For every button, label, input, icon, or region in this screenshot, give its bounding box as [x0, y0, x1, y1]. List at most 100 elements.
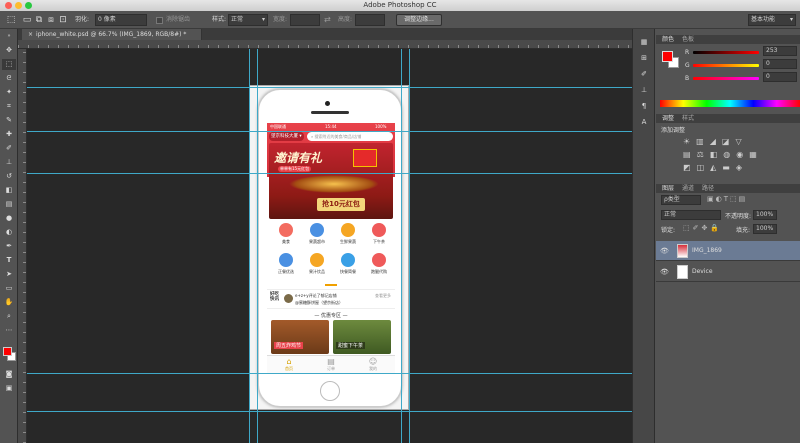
tab-layers[interactable]: 图层	[662, 184, 674, 193]
tab-item[interactable]: ⌂ 首页	[277, 357, 301, 373]
workspace-select[interactable]: 基本功能 ▾	[748, 14, 796, 26]
quick-mask-icon[interactable]: ◙	[2, 369, 16, 380]
foreground-color-swatch[interactable]	[3, 347, 12, 356]
type-tool-icon[interactable]: T	[2, 255, 16, 266]
mixer-icon[interactable]: ◉	[736, 150, 749, 159]
screen-mode-icon[interactable]: ▣	[2, 383, 16, 394]
visibility-eye-icon[interactable]: 👁	[660, 241, 669, 261]
tab-paths[interactable]: 路径	[702, 184, 714, 193]
photo-filter-icon[interactable]: ◍	[723, 150, 736, 159]
minimize-window-button[interactable]	[15, 2, 22, 9]
bw-icon[interactable]: ◧	[710, 150, 724, 159]
crop-tool-icon[interactable]: ⌗	[2, 101, 16, 112]
vertical-ruler[interactable]	[18, 49, 27, 443]
category-item[interactable]: 下午茶	[364, 221, 394, 249]
promo-card-2[interactable]: 甜蜜下午茶	[333, 320, 391, 354]
brush-panel-icon[interactable]: ✐	[637, 69, 651, 80]
height-input[interactable]	[355, 14, 385, 26]
adjustment-icons[interactable]: ☀▥◢◪▽ ▤⚖◧◍◉▦ ◩◫◭▬◈	[683, 135, 793, 172]
eraser-tool-icon[interactable]: ◧	[2, 185, 16, 196]
visibility-eye-icon[interactable]: 👁	[660, 262, 669, 282]
curves-icon[interactable]: ◢	[710, 137, 722, 146]
blend-mode-select[interactable]: 正常	[661, 210, 721, 220]
marquee-preset-icon[interactable]: ⬚	[4, 14, 18, 26]
move-tool-icon[interactable]: ✥	[2, 45, 16, 56]
blur-tool-icon[interactable]: ●	[2, 213, 16, 224]
category-item[interactable]: 正餐优选	[271, 251, 301, 279]
threshold-icon[interactable]: ◭	[710, 163, 722, 172]
coupon-badge[interactable]: 抢10元红包	[317, 198, 365, 211]
gradient-map-icon[interactable]: ▬	[722, 163, 736, 172]
path-selection-tool-icon[interactable]: ➤	[2, 269, 16, 280]
magic-wand-tool-icon[interactable]: ✦	[2, 87, 16, 98]
category-item[interactable]: 果蔬超市	[302, 221, 332, 249]
tab-channels[interactable]: 通道	[682, 184, 694, 193]
invert-icon[interactable]: ◩	[683, 163, 697, 172]
color-spectrum[interactable]	[660, 100, 800, 107]
paragraph-panel-icon[interactable]: ¶	[637, 101, 651, 112]
new-selection-icon[interactable]: ▭	[22, 14, 32, 26]
swap-icon[interactable]: ⇄	[324, 14, 331, 26]
marquee-tool-icon[interactable]: ⬚	[2, 59, 16, 70]
intersect-selection-icon[interactable]: ⊡	[58, 14, 68, 26]
category-item[interactable]: 跑腿代购	[364, 251, 394, 279]
gradient-tool-icon[interactable]: ▤	[2, 199, 16, 210]
category-item[interactable]: 美食	[271, 221, 301, 249]
layer-row[interactable]: 👁 Device	[656, 262, 800, 282]
eyedropper-tool-icon[interactable]: ✎	[2, 115, 16, 126]
feather-input[interactable]: 0 像素	[95, 14, 147, 26]
promo-card-1[interactable]: 周五炸鸡节	[271, 320, 329, 354]
clone-source-panel-icon[interactable]: ⊥	[637, 85, 651, 96]
rectangle-tool-icon[interactable]: ▭	[2, 283, 16, 294]
close-window-button[interactable]	[5, 2, 12, 9]
collapse-toolbar-icon[interactable]: »	[2, 31, 16, 42]
lasso-tool-icon[interactable]: ᘓ	[2, 73, 16, 84]
promo-banner[interactable]: 邀请有礼 单单有15元红包 抢10元红包	[269, 143, 393, 219]
filter-icons[interactable]: ▣◐T⬚▤	[707, 195, 747, 203]
tab-color[interactable]: 颜色	[662, 35, 674, 44]
character-panel-icon[interactable]: A	[637, 117, 651, 128]
layer-name[interactable]: IMG_1869	[692, 241, 722, 261]
home-button[interactable]	[320, 381, 340, 401]
posterize-icon[interactable]: ◫	[697, 163, 711, 172]
zoom-window-button[interactable]	[25, 2, 32, 9]
tab-styles[interactable]: 样式	[682, 114, 694, 123]
zoom-tool-icon[interactable]: ⌕	[2, 311, 16, 322]
canvas-area[interactable]: 中国联通 15:44 100% 望京科技大厦 ▾ ⌕ 搜索附近的美食/商品/店铺…	[27, 49, 632, 443]
news-strip[interactable]: 好吃 快讯 e+z+y评论了郁记店铺 @蜜糖酥饼屋（望京街店） 查看更多	[267, 289, 395, 309]
balance-icon[interactable]: ⚖	[697, 150, 710, 159]
fill-input[interactable]: 100%	[753, 224, 777, 234]
hue-icon[interactable]: ▤	[683, 150, 697, 159]
layer-name[interactable]: Device	[692, 262, 713, 282]
tab-item[interactable]: ☺ 我的	[361, 357, 385, 373]
layer-filter-select[interactable]: ρ类型	[661, 195, 701, 205]
opacity-input[interactable]: 100%	[753, 210, 777, 220]
subtract-selection-icon[interactable]: ⧈	[46, 14, 56, 26]
dodge-tool-icon[interactable]: ◐	[2, 227, 16, 238]
hand-tool-icon[interactable]: ✋	[2, 297, 16, 308]
levels-icon[interactable]: ▥	[696, 137, 710, 146]
horizontal-ruler[interactable]	[18, 40, 632, 49]
news-more-link[interactable]: 查看更多	[375, 293, 391, 299]
category-item[interactable]: 快餐简餐	[333, 251, 363, 279]
tab-item[interactable]: ▤ 订单	[319, 357, 343, 373]
width-input[interactable]	[290, 14, 320, 26]
document-tab[interactable]: × iphone_white.psd @ 66.7% (IMG_1869, RGB…	[22, 29, 202, 40]
properties-panel-icon[interactable]: ⊞	[637, 53, 651, 64]
selective-color-icon[interactable]: ◈	[736, 163, 748, 172]
vibrance-icon[interactable]: ▽	[735, 137, 747, 146]
green-slider[interactable]	[693, 64, 759, 67]
tab-swatches[interactable]: 色板	[682, 35, 694, 44]
history-brush-tool-icon[interactable]: ↺	[2, 171, 16, 182]
document-canvas[interactable]: 中国联通 15:44 100% 望京科技大厦 ▾ ⌕ 搜索附近的美食/商品/店铺…	[249, 85, 409, 410]
brightness-icon[interactable]: ☀	[683, 137, 696, 146]
category-item[interactable]: 生鲜果蔬	[333, 221, 363, 249]
layer-row[interactable]: 👁 IMG_1869	[656, 241, 800, 261]
blue-slider[interactable]	[693, 77, 759, 80]
lock-icons[interactable]: ⬚✐✥🔒	[683, 224, 722, 232]
clone-stamp-tool-icon[interactable]: ⊥	[2, 157, 16, 168]
g-value[interactable]: 0	[763, 59, 797, 69]
b-value[interactable]: 0	[763, 72, 797, 82]
category-item[interactable]: 果汁饮品	[302, 251, 332, 279]
lookup-icon[interactable]: ▦	[749, 150, 763, 159]
